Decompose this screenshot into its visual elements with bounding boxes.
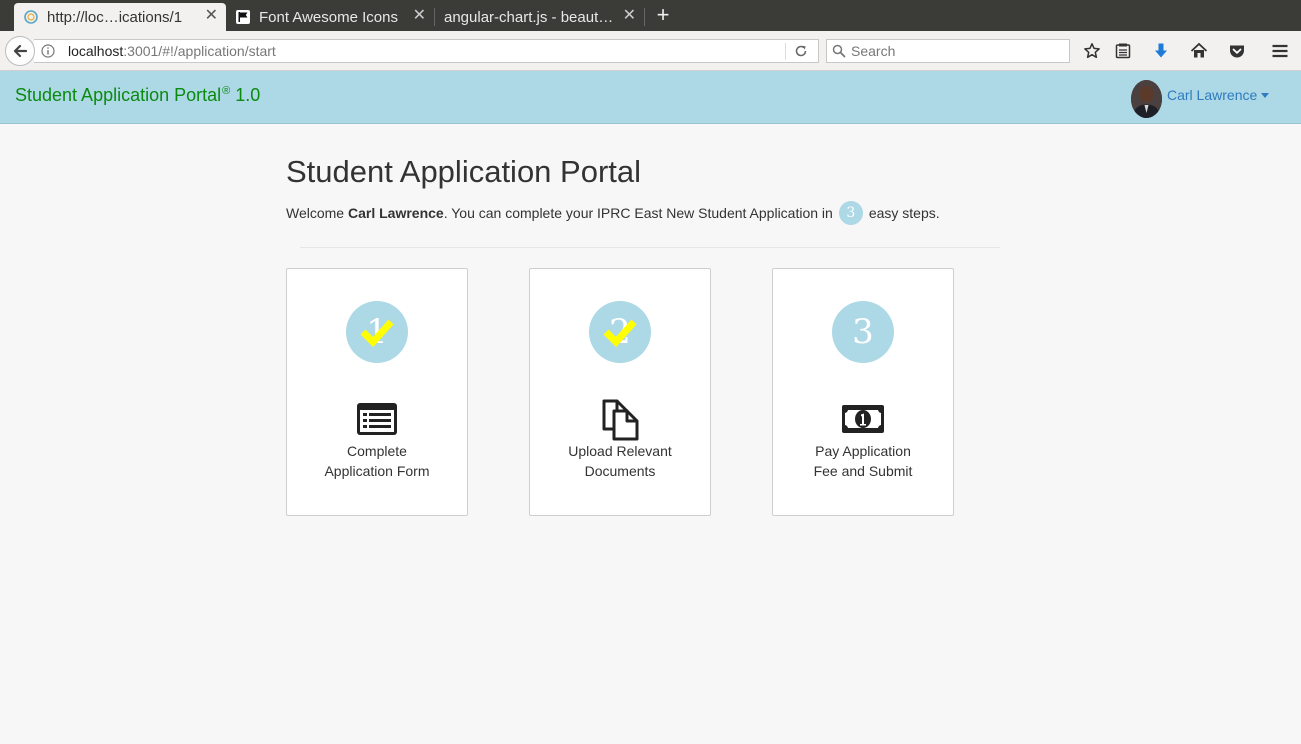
tab-label: http://loc…ications/1 (47, 8, 183, 26)
close-icon[interactable]: ✕ (205, 8, 218, 24)
search-bar[interactable] (826, 39, 1070, 63)
download-icon[interactable] (1152, 42, 1170, 60)
reading-list-icon[interactable] (1114, 42, 1132, 60)
brand-name: Student Application Portal (15, 85, 222, 105)
step-label-line: Documents (584, 463, 656, 479)
app-header: Student Application Portal® 1.0 Carl Law… (0, 71, 1301, 124)
new-tab-button[interactable]: + (653, 4, 673, 26)
search-input[interactable] (851, 42, 1061, 60)
avatar[interactable] (1131, 80, 1162, 118)
registered-mark: ® (222, 85, 231, 97)
info-icon[interactable] (41, 44, 55, 58)
step-label-line: Application Form (324, 463, 430, 479)
home-icon[interactable] (1190, 42, 1208, 60)
url-host: localhost (68, 43, 124, 59)
brand-version: 1.0 (235, 85, 261, 105)
step-label: Upload Relevant Documents (530, 441, 710, 481)
step-label: Complete Application Form (287, 441, 467, 481)
back-button[interactable] (5, 36, 35, 66)
reload-icon[interactable] (794, 44, 808, 58)
welcome-prefix: Welcome (286, 205, 348, 221)
user-menu-toggle[interactable]: Carl Lawrence (1167, 87, 1270, 103)
page-title: Student Application Portal (286, 154, 642, 189)
url-separator (785, 43, 786, 60)
money-icon (842, 405, 884, 433)
welcome-user-name: Carl Lawrence (347, 205, 444, 221)
steps-count-badge: 3 (838, 201, 863, 225)
step-card-upload-documents[interactable]: 2 Upload Relevant Documents (529, 268, 711, 516)
welcome-text: . You can complete your IPRC East New St… (443, 205, 833, 221)
bookmark-star-icon[interactable] (1083, 42, 1101, 60)
browser-tab-angular-chart[interactable]: angular-chart.js - beaut… ✕ (434, 3, 644, 31)
menu-icon[interactable] (1271, 42, 1289, 60)
browser-tab-strip: http://loc…ications/1 ✕ Font Awesome Ico… (0, 0, 1301, 31)
browser-tab-font-awesome[interactable]: Font Awesome Icons ✕ (226, 3, 434, 31)
url-text[interactable]: localhost:3001/#!/application/start (68, 43, 276, 59)
user-photo-icon (1131, 80, 1162, 118)
user-name: Carl Lawrence (1167, 87, 1258, 103)
browser-nav-bar: localhost:3001/#!/application/start (0, 31, 1301, 71)
url-bar[interactable]: localhost:3001/#!/application/start (34, 39, 819, 63)
list-alt-icon (357, 403, 397, 435)
close-icon[interactable]: ✕ (623, 8, 636, 24)
search-icon (832, 44, 846, 58)
arrow-left-icon (13, 44, 28, 58)
step-number-badge: 3 (832, 301, 894, 363)
step-label-line: Upload Relevant (568, 443, 672, 459)
tab-separator (644, 8, 645, 26)
step-label-line: Pay Application (815, 443, 911, 459)
step-card-application-form[interactable]: 1 Complete Application Form (286, 268, 468, 516)
step-label: Pay Application Fee and Submit (773, 441, 953, 481)
checkmark-icon (360, 319, 394, 347)
checkmark-icon (603, 319, 637, 347)
tab-label: angular-chart.js - beaut… (444, 8, 614, 26)
close-icon[interactable]: ✕ (413, 8, 426, 24)
flag-icon (236, 10, 250, 24)
tab-label: Font Awesome Icons (259, 8, 398, 26)
pocket-icon[interactable] (1228, 42, 1246, 60)
globe-icon (24, 10, 38, 24)
step-label-line: Complete (347, 443, 407, 459)
app-brand[interactable]: Student Application Portal® 1.0 (15, 85, 260, 106)
caret-down-icon (1261, 92, 1270, 98)
divider (300, 247, 1000, 248)
url-path: :3001/#!/application/start (123, 43, 276, 59)
step-card-pay-fee[interactable]: 3 Pay Application Fee and Submit (772, 268, 954, 516)
browser-tab-portal[interactable]: http://loc…ications/1 ✕ (14, 3, 226, 31)
step-label-line: Fee and Submit (813, 463, 913, 479)
files-icon (602, 399, 639, 441)
welcome-message: Welcome Carl Lawrence. You can complete … (286, 201, 940, 225)
welcome-suffix: easy steps. (868, 205, 940, 221)
